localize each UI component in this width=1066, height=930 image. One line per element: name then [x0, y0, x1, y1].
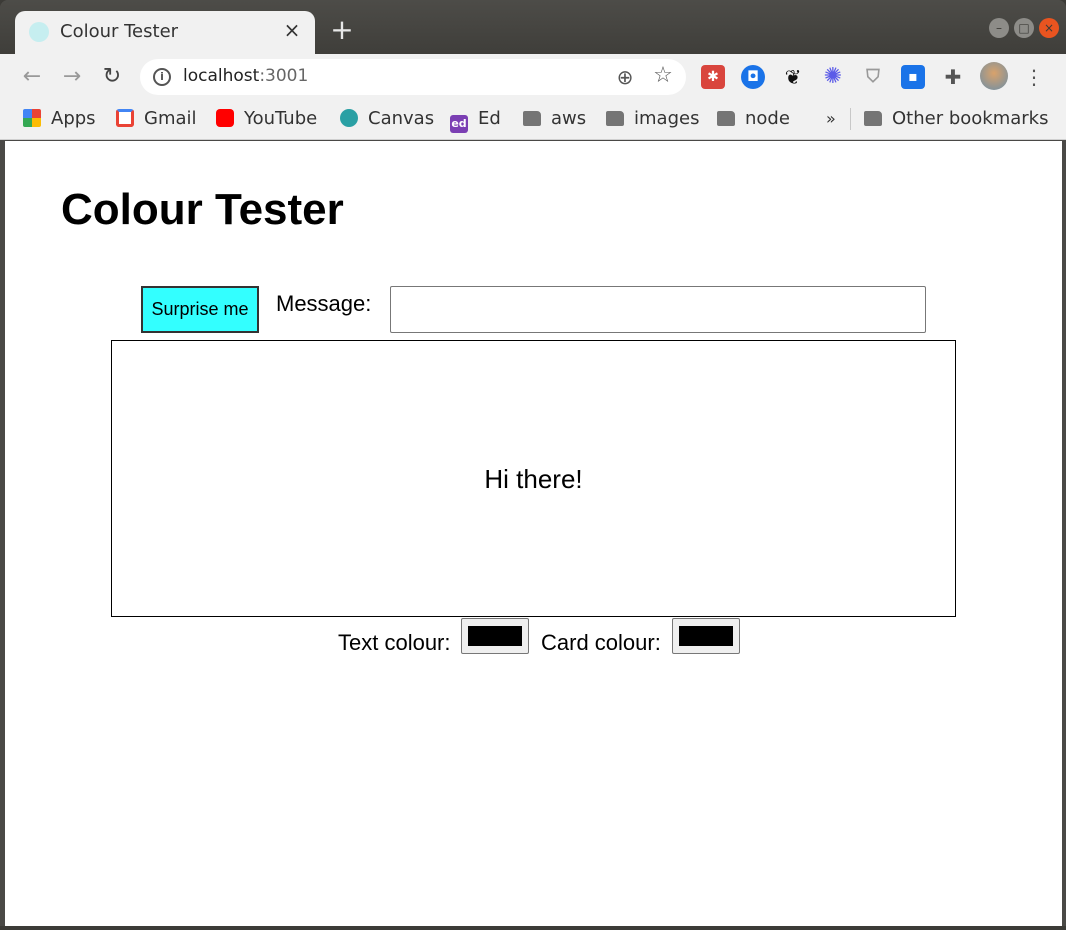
folder-icon	[717, 111, 735, 126]
bookmarks-divider	[850, 108, 851, 130]
youtube-icon	[216, 109, 234, 127]
extension-gear-icon[interactable]: ✺	[821, 65, 845, 89]
new-tab-button[interactable]: +	[328, 16, 356, 44]
surprise-me-button[interactable]: Surprise me	[141, 286, 259, 333]
minimize-button[interactable]: –	[989, 18, 1009, 38]
gmail-icon	[116, 109, 134, 127]
bookmark-ed[interactable]: ed Ed	[450, 106, 501, 133]
close-window-button[interactable]: ×	[1039, 18, 1059, 38]
bookmark-label: Canvas	[368, 108, 435, 129]
info-icon[interactable]: i	[153, 68, 171, 86]
close-icon: ×	[1043, 21, 1055, 35]
tab-close-icon[interactable]: ×	[281, 19, 303, 41]
folder-icon	[864, 111, 882, 126]
text-colour-label: Text colour:	[338, 630, 451, 655]
bookmark-label: node	[745, 108, 790, 129]
zoom-icon[interactable]: ⊕	[612, 64, 638, 90]
text-colour-picker[interactable]	[461, 618, 529, 654]
bookmarks-overflow-button[interactable]: »	[826, 106, 836, 132]
ed-icon: ed	[450, 115, 468, 133]
browser-window: Colour Tester × + – □ × ← → ↻ i localhos…	[0, 0, 1066, 930]
canvas-icon	[340, 109, 358, 127]
bookmark-label: images	[634, 108, 700, 129]
bookmark-label: Ed	[478, 108, 501, 129]
message-input[interactable]	[390, 286, 926, 333]
reload-button[interactable]: ↻	[98, 63, 126, 91]
address-bar[interactable]: i localhost:3001 ⊕ ☆	[140, 59, 686, 95]
bookmark-label: aws	[551, 108, 587, 129]
url-text[interactable]: localhost:3001	[183, 66, 308, 86]
favicon-icon	[29, 22, 49, 42]
maximize-button[interactable]: □	[1014, 18, 1034, 38]
card-colour-label: Card colour:	[541, 630, 661, 655]
url-host: localhost	[183, 66, 260, 86]
window-frame-bottom	[0, 926, 1066, 930]
preview-card: Hi there!	[111, 340, 956, 617]
bookmark-apps[interactable]: Apps	[23, 106, 96, 132]
minimize-icon: –	[996, 21, 1002, 35]
bookmark-label: Gmail	[144, 108, 197, 129]
bookmark-folder-node[interactable]: node	[717, 106, 790, 132]
card-text: Hi there!	[484, 464, 583, 494]
extension-red-icon[interactable]: ✱	[701, 65, 725, 89]
back-button[interactable]: ←	[18, 63, 46, 91]
bookmark-label: Other bookmarks	[892, 108, 1049, 129]
bookmark-star-icon[interactable]: ☆	[650, 63, 676, 89]
page-title: Colour Tester	[61, 185, 344, 234]
bookmark-label: YouTube	[244, 108, 318, 129]
bookmarks-bar: Apps Gmail YouTube Canvas ed Ed aws image…	[0, 100, 1066, 140]
extension-badge-icon[interactable]: ▪	[901, 65, 925, 89]
forward-button[interactable]: →	[58, 63, 86, 91]
folder-icon	[523, 111, 541, 126]
maximize-icon: □	[1018, 21, 1030, 35]
message-label: Message:	[276, 291, 372, 316]
folder-icon	[606, 111, 624, 126]
bookmark-folder-aws[interactable]: aws	[523, 106, 586, 132]
url-port: :3001	[259, 66, 309, 86]
extension-blue-icon[interactable]: ◘	[741, 65, 765, 89]
bookmark-canvas[interactable]: Canvas	[340, 106, 434, 132]
browser-toolbar: ← → ↻ i localhost:3001 ⊕ ☆ ✱ ◘ ❦ ✺ ⛉ ▪ ✚…	[0, 54, 1066, 100]
bookmark-folder-images[interactable]: images	[606, 106, 699, 132]
tab-strip: Colour Tester × + – □ ×	[0, 0, 1066, 54]
apps-icon	[23, 109, 41, 127]
extension-paw-icon[interactable]: ❦	[781, 65, 805, 89]
text-colour-swatch	[468, 626, 522, 646]
page-content: Colour Tester Surprise me Message: Hi th…	[5, 141, 1062, 926]
extension-shield-icon[interactable]: ⛉	[861, 65, 885, 89]
tab-colour-tester[interactable]: Colour Tester ×	[15, 11, 315, 54]
menu-icon[interactable]: ⋮	[1024, 63, 1044, 91]
profile-avatar[interactable]	[980, 62, 1008, 90]
bookmark-youtube[interactable]: YouTube	[216, 106, 317, 132]
bookmark-other[interactable]: Other bookmarks	[864, 106, 1048, 132]
bookmark-gmail[interactable]: Gmail	[116, 106, 197, 132]
tab-title: Colour Tester	[60, 21, 179, 42]
puzzle-icon[interactable]: ✚	[941, 65, 965, 89]
card-colour-picker[interactable]	[672, 618, 740, 654]
colour-controls: Text colour: Card colour:	[5, 617, 1062, 657]
bookmark-label: Apps	[51, 108, 96, 129]
card-colour-swatch	[679, 626, 733, 646]
